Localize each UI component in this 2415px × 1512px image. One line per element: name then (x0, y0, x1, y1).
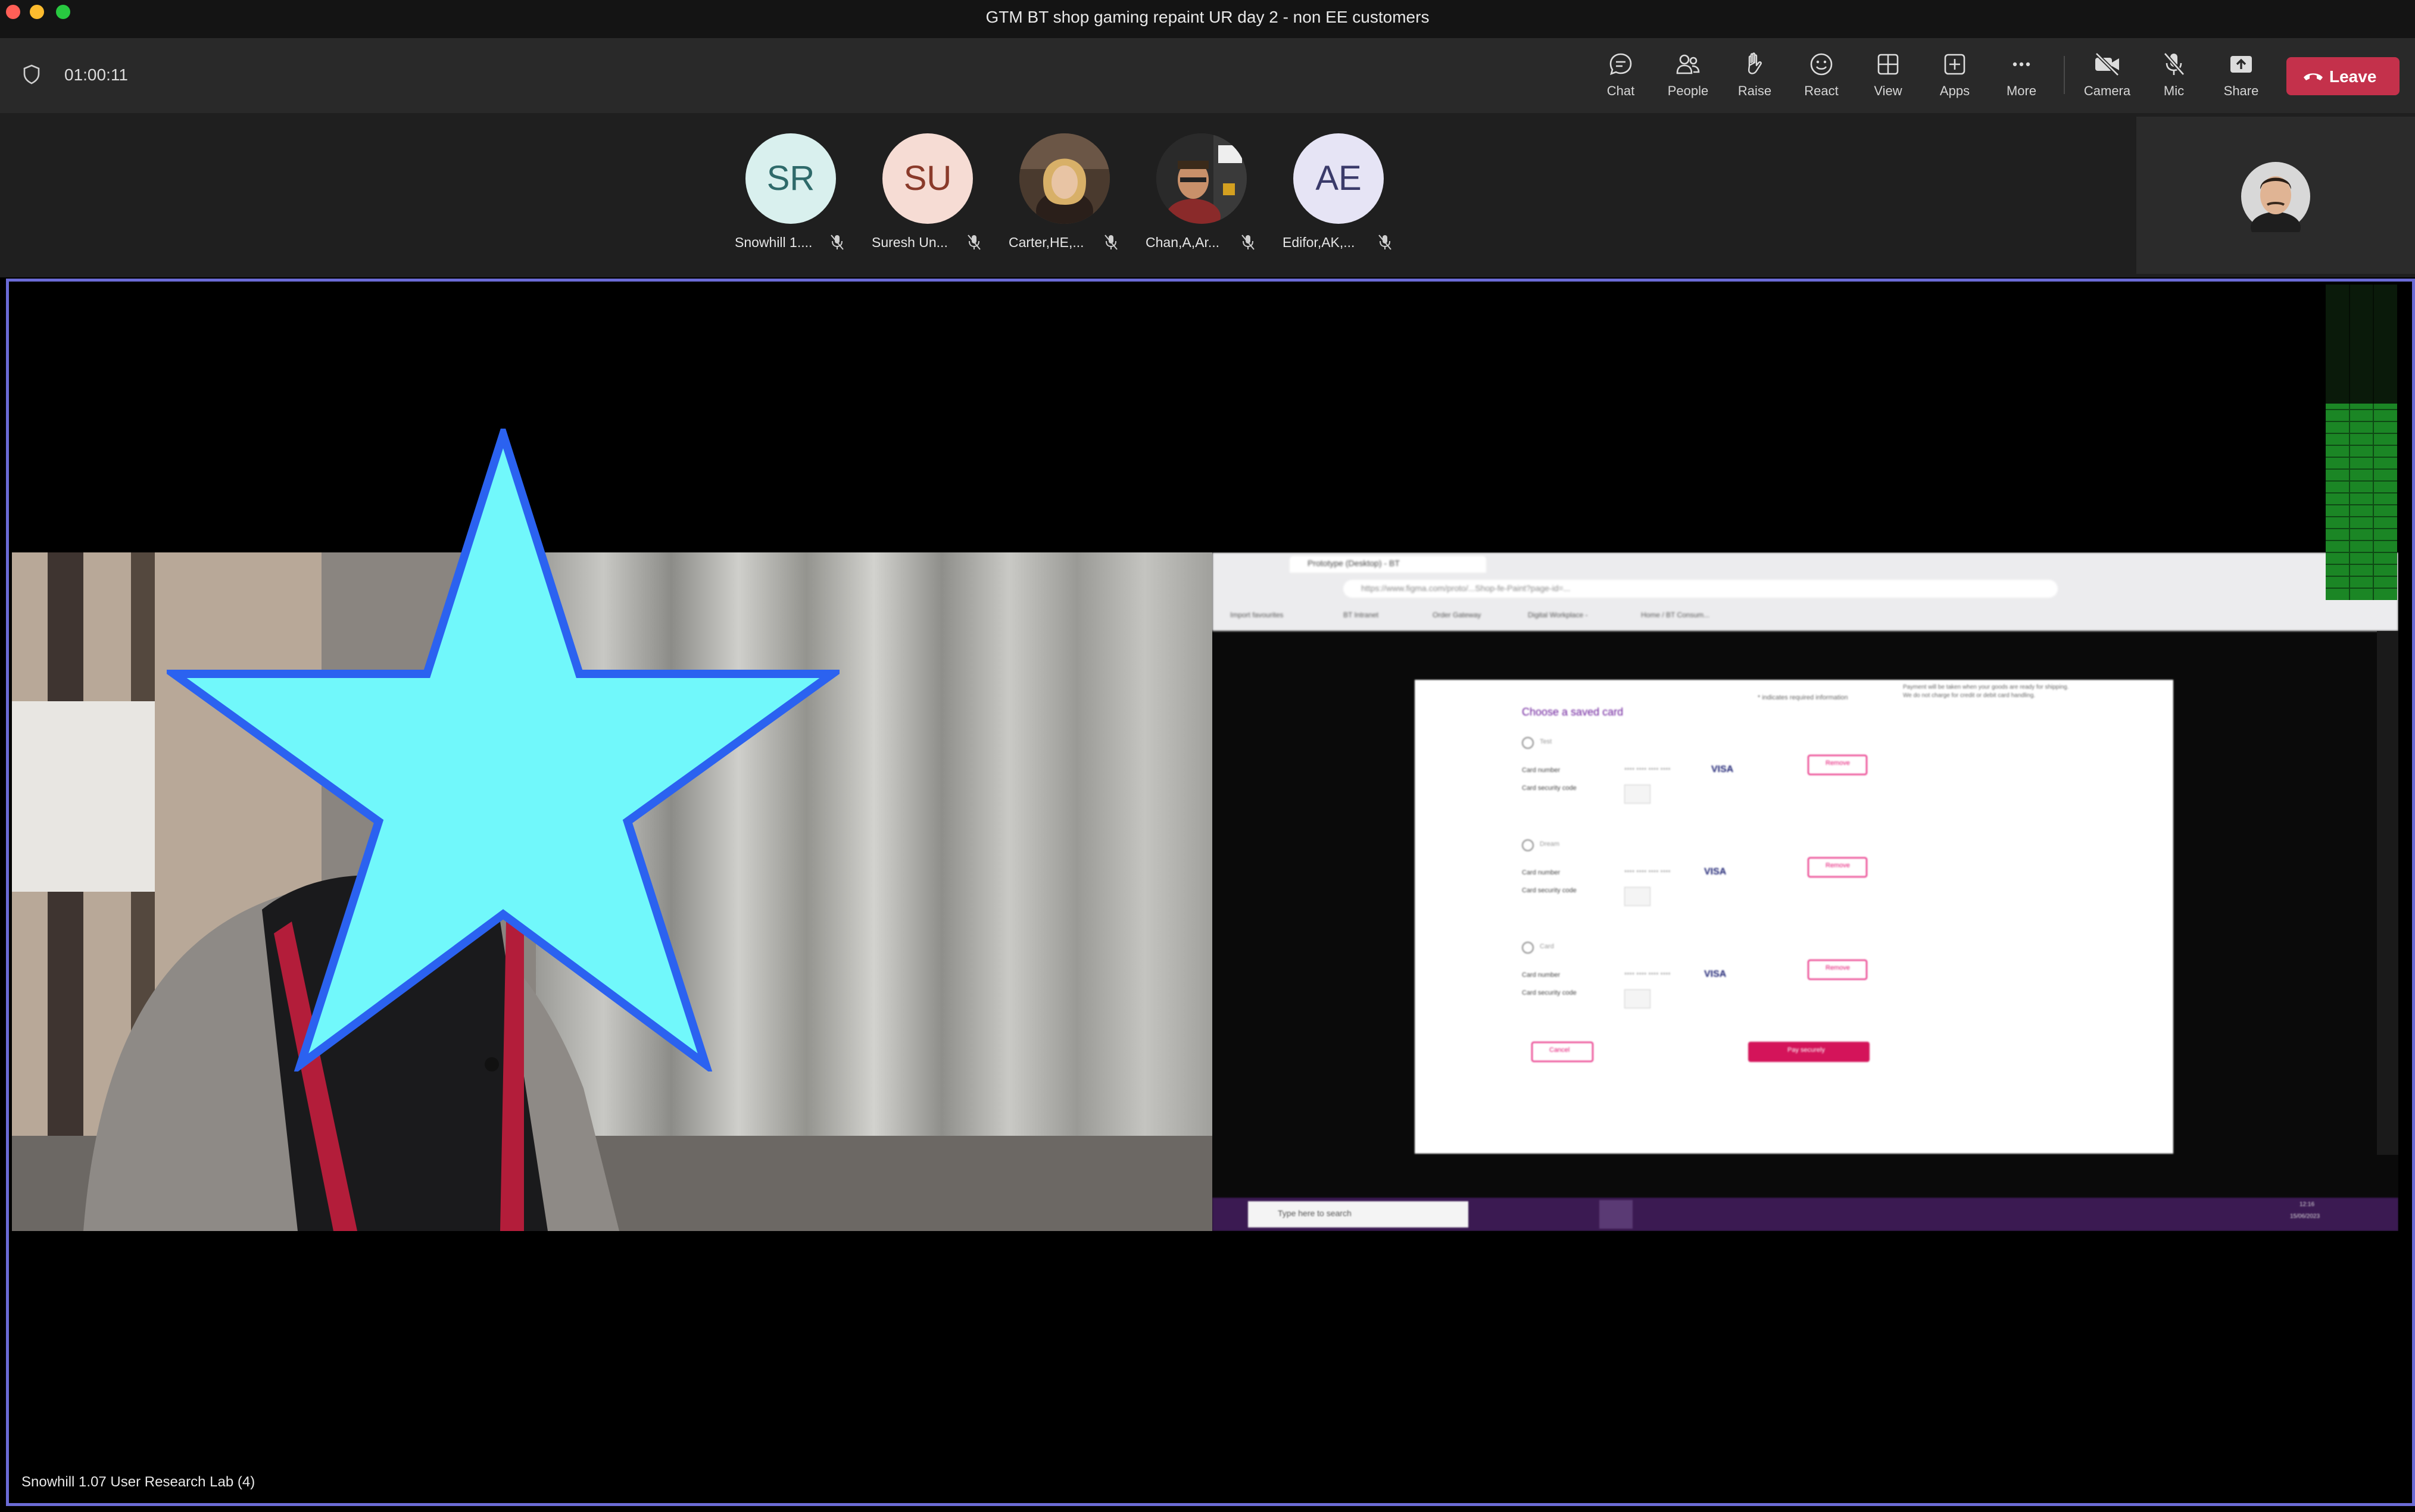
taskbar-date: 15/06/2023 (2290, 1213, 2320, 1220)
remove-card-button: Remove (1826, 964, 1850, 971)
card-number-label: Card number (1522, 767, 1561, 774)
avatar-photo[interactable] (1156, 133, 1247, 224)
more-dots-icon (2012, 62, 2030, 67)
muted-mic-icon (831, 235, 844, 250)
people-label: People (1667, 83, 1709, 98)
browser-tab-title: Prototype (Desktop) - BT (1308, 558, 1400, 568)
shared-screen: Prototype (Desktop) - BT https://www.fig… (1212, 552, 2398, 1231)
visa-logo: VISA (1711, 764, 1734, 774)
card-number: **** **** **** **** (1624, 869, 1671, 876)
react-label: React (1804, 83, 1839, 98)
muted-mic-icon (1104, 235, 1118, 250)
required-note: * indicates required information (1758, 694, 1848, 701)
mic-off-icon (2163, 52, 2185, 76)
cvv-label: Card security code (1522, 989, 1577, 996)
shield-icon (23, 64, 40, 88)
taskbar-search: Type here to search (1278, 1208, 1352, 1218)
muted-mic-icon (1378, 235, 1391, 250)
share-tray-icon (2230, 56, 2252, 73)
star-privacy-overlay (167, 429, 840, 1071)
camera-button[interactable]: Camera (2075, 51, 2139, 106)
chat-icon (1609, 53, 1632, 76)
share-label: Share (2223, 83, 2259, 98)
camera-off-icon (2095, 52, 2120, 77)
leave-button[interactable]: Leave (2286, 57, 2400, 95)
mic-button[interactable]: Mic (2142, 51, 2206, 106)
grid-icon (1877, 54, 1899, 75)
more-button[interactable]: More (1989, 51, 2054, 106)
card-number: **** **** **** **** (1624, 767, 1671, 774)
meeting-timer: 01:00:11 (64, 65, 128, 84)
apps-button[interactable]: Apps (1923, 51, 1987, 106)
participant-name: Suresh Un... (872, 235, 948, 250)
card-number: **** **** **** **** (1624, 971, 1671, 979)
bookmark: Order Gateway (1433, 611, 1481, 619)
card-name: Card (1540, 943, 1554, 950)
taskbar-time: 12:16 (2299, 1201, 2315, 1208)
toolbar-divider (2064, 56, 2065, 94)
browser-chrome: Prototype (Desktop) - BT https://www.fig… (1212, 552, 2398, 631)
remove-card-button: Remove (1826, 862, 1850, 869)
bookmark: BT Intranet (1343, 611, 1379, 619)
raise-hand-icon (1748, 52, 1762, 74)
raise-hand-button[interactable]: Raise (1723, 51, 1787, 106)
participant-name: Edifor,AK,... (1283, 235, 1355, 250)
self-view[interactable] (2136, 117, 2415, 274)
bookmark: Digital Workplace - (1528, 611, 1588, 619)
share-button[interactable]: Share (2209, 51, 2273, 106)
avatar[interactable]: SU (882, 133, 973, 224)
card-number-label: Card number (1522, 869, 1561, 876)
window-title: GTM BT shop gaming repaint UR day 2 - no… (985, 8, 1430, 26)
apps-label: Apps (1939, 83, 1970, 98)
audio-level-meter (2326, 285, 2397, 600)
card-name: Test (1540, 738, 1552, 745)
people-button[interactable]: People (1656, 51, 1720, 106)
visa-logo: VISA (1704, 867, 1727, 877)
muted-mic-icon (968, 235, 981, 250)
card-number-label: Card number (1522, 971, 1561, 979)
participant-name: Carter,HE,... (1009, 235, 1084, 250)
leave-label: Leave (2329, 67, 2377, 86)
cvv-label: Card security code (1522, 887, 1577, 894)
react-button[interactable]: React (1789, 51, 1854, 106)
windows-taskbar: Type here to search 12:16 15/06/2023 (1212, 1198, 2398, 1231)
plus-box-icon (1944, 54, 1965, 75)
participant-name: Chan,A,Ar... (1146, 235, 1220, 250)
more-label: More (2006, 83, 2037, 98)
bookmark: Import favourites (1230, 611, 1284, 619)
hang-up-icon (2304, 73, 2323, 80)
stage-participant-name: Snowhill 1.07 User Research Lab (4) (21, 1474, 255, 1490)
saved-card-heading: Choose a saved card (1522, 706, 1624, 718)
bookmark: Home / BT Consum... (1641, 611, 1710, 619)
self-avatar-photo (2241, 162, 2310, 232)
avatar-photo[interactable] (1019, 133, 1110, 224)
people-icon (1676, 54, 1700, 74)
chat-button[interactable]: Chat (1589, 51, 1653, 106)
smiley-icon (1810, 53, 1833, 76)
visa-logo: VISA (1704, 969, 1727, 979)
mic-label: Mic (2163, 83, 2185, 98)
camera-label: Camera (2083, 83, 2131, 98)
raise-label: Raise (1737, 83, 1772, 98)
card-name: Dream (1540, 841, 1560, 848)
avatar[interactable]: AE (1293, 133, 1384, 224)
checkout-page: Choose a saved card * indicates required… (1415, 680, 2173, 1154)
view-button[interactable]: View (1856, 51, 1920, 106)
view-label: View (1874, 83, 1902, 98)
browser-address: https://www.figma.com/proto/...Shop-fe-P… (1361, 583, 1571, 593)
participant-name: Snowhill 1.... (735, 235, 813, 250)
pay-securely-button: Pay securely (1787, 1046, 1825, 1054)
muted-mic-icon (1241, 235, 1255, 250)
chat-label: Chat (1606, 83, 1635, 98)
cvv-label: Card security code (1522, 785, 1577, 792)
remove-card-button: Remove (1826, 760, 1850, 767)
cancel-button: Cancel (1549, 1046, 1570, 1054)
payment-note: Payment will be taken when your goods ar… (1903, 684, 2069, 699)
avatar[interactable]: SR (745, 133, 836, 224)
